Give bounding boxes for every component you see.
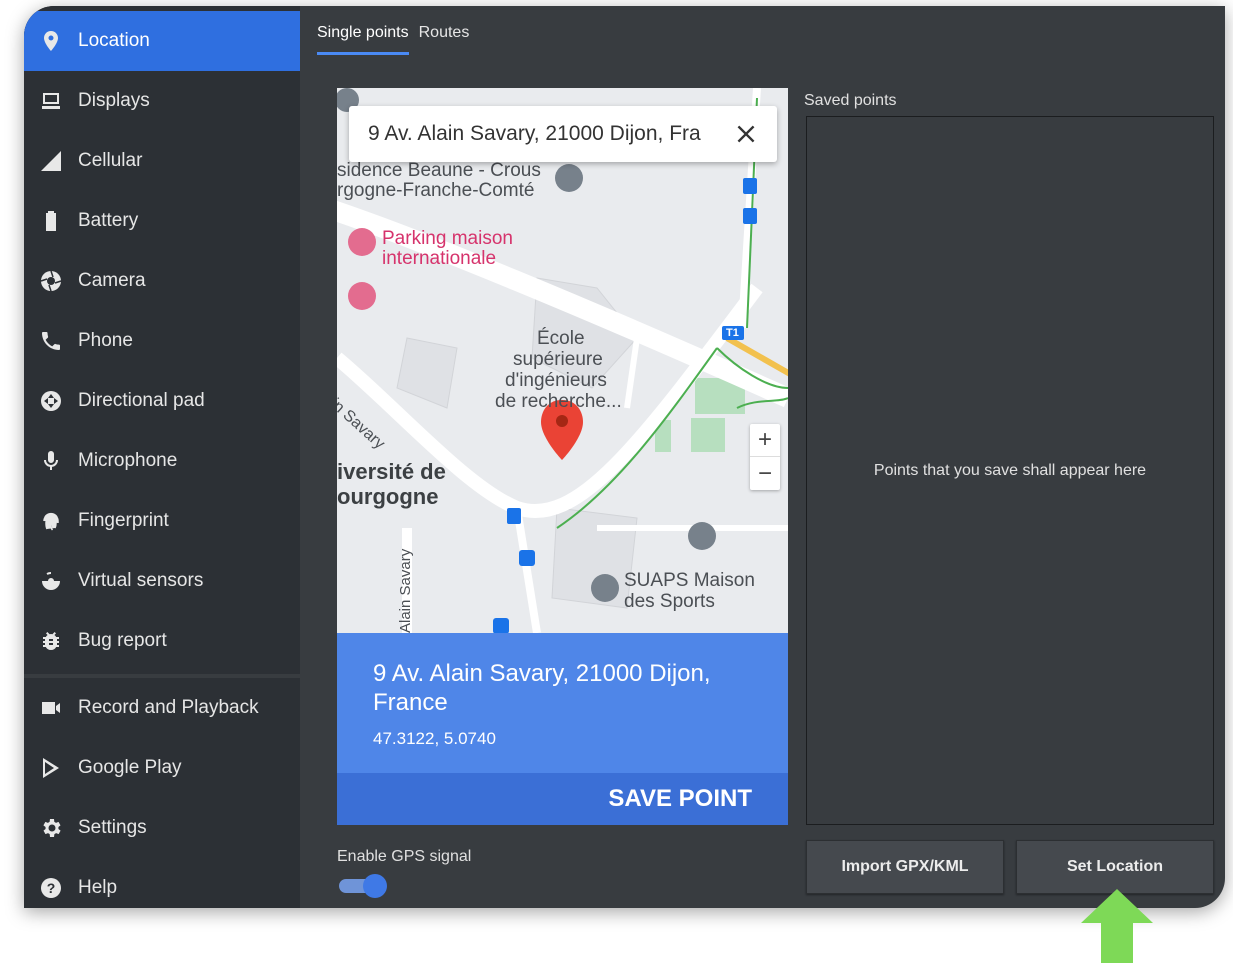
microphone-icon [24,449,78,473]
sidebar-item-label: Cellular [78,150,143,171]
zoom-in-button[interactable]: + [750,424,780,457]
sidebar-item-label: Camera [78,270,146,291]
sidebar-item-location[interactable]: Location [24,11,300,71]
gps-toggle[interactable] [337,874,389,898]
sidebar-item-label: Location [78,30,150,51]
sidebar-item-microphone[interactable]: Microphone [24,431,300,491]
emulator-extended-controls-window: Location Displays Cellular Battery Camer… [24,6,1225,908]
map-search-input[interactable] [368,122,708,146]
display-icon [24,89,78,113]
sidebar-item-displays[interactable]: Displays [24,71,300,131]
battery-icon [24,209,78,233]
map-label-tram: T1 [726,327,739,339]
sidebar-item-settings[interactable]: Settings [24,798,300,858]
save-point-button[interactable]: SAVE POINT [337,773,788,825]
cellular-signal-icon [24,149,78,173]
zoom-out-button[interactable]: − [750,457,780,490]
map-label-residence: sidence Beaune - Crous [337,160,541,181]
map-label-ecole-2: supérieure [513,349,603,370]
map-label-university: iversité de [337,459,446,484]
map-view[interactable]: sidence Beaune - Crous rgogne-Franche-Co… [337,88,788,633]
map-label-parking-2: internationale [382,248,497,269]
saved-points-empty-text: Points that you save shall appear here [873,461,1147,479]
map-label-university-2: ourgogne [337,484,439,509]
green-arrow-annotation-icon [1081,889,1153,963]
sidebar-item-cellular[interactable]: Cellular [24,131,300,191]
location-info-panel: 9 Av. Alain Savary, 21000 Dijon, France … [337,633,788,773]
map-card: sidence Beaune - Crous rgogne-Franche-Co… [337,88,788,825]
sidebar-item-label: Help [78,877,118,898]
svg-text:?: ? [47,880,56,896]
sidebar-item-label: Displays [78,90,150,111]
sidebar-item-battery[interactable]: Battery [24,191,300,251]
sidebar-item-label: Battery [78,210,139,231]
close-icon[interactable] [733,121,759,147]
map-zoom-control: + − [750,424,780,490]
sidebar-item-label: Fingerprint [78,510,169,531]
rotate-sensor-icon [24,569,78,593]
sidebar-item-phone[interactable]: Phone [24,311,300,371]
sidebar-item-label: Google Play [78,757,182,778]
toggle-thumb [363,874,387,898]
dpad-icon [24,389,78,413]
gps-toggle-label: Enable GPS signal [337,848,472,865]
sidebar-item-label: Bug report [78,630,167,651]
sidebar-item-virtual-sensors[interactable]: Virtual sensors [24,551,300,611]
tab-single-points[interactable]: Single points [317,24,409,55]
gear-icon [24,816,78,840]
map-label-ecole-3: d'ingénieurs [505,370,607,391]
map-label-ecole: École [537,328,585,349]
bug-icon [24,629,78,653]
import-gpx-kml-button[interactable]: Import GPX/KML [806,840,1004,894]
phone-icon [24,329,78,353]
sidebar-item-label: Record and Playback [78,697,259,718]
saved-points-list[interactable]: Points that you save shall appear here [806,116,1214,825]
sidebar-item-label: Directional pad [78,390,205,411]
google-play-icon [24,756,78,780]
sidebar-item-label: Phone [78,330,133,351]
set-location-button[interactable]: Set Location [1016,840,1214,894]
sidebar-item-label: Settings [78,817,147,838]
map-label-street-2: Alain Savary [397,548,414,633]
sidebar-item-bug-report[interactable]: Bug report [24,611,300,671]
sidebar-item-help[interactable]: ? Help [24,858,300,908]
sidebar-item-label: Microphone [78,450,178,471]
tab-routes[interactable]: Routes [419,24,470,55]
map-label-ecole-4: de recherche... [495,391,622,412]
help-icon: ? [24,876,78,900]
map-label-suaps: SUAPS Maison [624,570,755,591]
map-label-residence-2: rgogne-Franche-Comté [337,180,535,201]
location-pin-icon [24,29,78,53]
saved-points-label: Saved points [804,92,897,109]
map-search-box [349,106,777,162]
video-camera-icon [24,696,78,720]
map-label-suaps-2: des Sports [624,591,715,612]
sidebar-item-label: Virtual sensors [78,570,204,591]
sidebar: Location Displays Cellular Battery Camer… [24,6,300,908]
map-label-parking: Parking maison [382,228,513,249]
sidebar-item-google-play[interactable]: Google Play [24,738,300,798]
sidebar-item-camera[interactable]: Camera [24,251,300,311]
sidebar-item-record-playback[interactable]: Record and Playback [24,678,300,738]
location-address: 9 Av. Alain Savary, 21000 Dijon, France [373,660,711,716]
location-coordinates: 47.3122, 5.0740 [373,729,496,748]
camera-aperture-icon [24,269,78,293]
sidebar-item-directional-pad[interactable]: Directional pad [24,371,300,431]
sidebar-item-fingerprint[interactable]: Fingerprint [24,491,300,551]
fingerprint-icon [24,509,78,533]
tab-bar: Single points Routes [317,24,469,55]
